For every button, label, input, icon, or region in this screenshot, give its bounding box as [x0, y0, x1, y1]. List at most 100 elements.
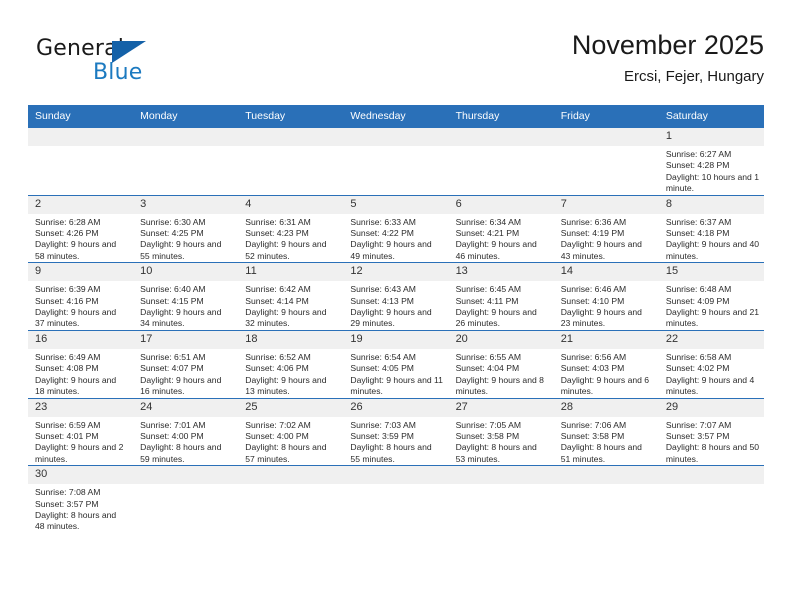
sunset-text: Sunset: 4:00 PM — [140, 430, 204, 441]
calendar-day-cell-empty — [28, 127, 134, 196]
calendar-day-cell[interactable]: 4 Sunrise: 6:31 AM Sunset: 4:23 PM Daylight… — [238, 194, 344, 263]
sunrise-text: Sunrise: 6:27 AM — [665, 149, 732, 159]
calendar-day-cell[interactable]: 8 Sunrise: 6:37 AM Sunset: 4:18 PM Daylight… — [658, 194, 764, 263]
day-number: 27 — [448, 398, 554, 417]
calendar-page: General Blue November 2025 Ercsi, Fejer,… — [0, 0, 792, 612]
day-details: Sunrise: 6:56 AM Sunset: 4:03 PM Daylight:… — [554, 349, 659, 398]
calendar-day-cell[interactable]: 11 Sunrise: 6:42 AM Sunset: 4:14 PM Dayligh… — [238, 262, 344, 331]
sunrise-text: Sunrise: 7:01 AM — [140, 419, 206, 430]
day-number — [448, 466, 554, 485]
calendar-day-cell[interactable]: 23 Sunrise: 6:59 AM Sunset: 4:01 PM Dayligh… — [28, 397, 134, 466]
calendar-day-cell[interactable]: 2 Sunrise: 6:28 AM Sunset: 4:26 PM Daylight… — [28, 194, 134, 263]
calendar-day-cell[interactable]: 22 Sunrise: 6:58 AM Sunset: 4:02 PM Dayligh… — [658, 329, 764, 398]
calendar-day-cell[interactable]: 3 Sunrise: 6:30 AM Sunset: 4:25 PM Daylight… — [133, 194, 239, 263]
daylight-text: Daylight: 9 hours and 49 minutes. — [350, 239, 432, 261]
calendar-day-cell[interactable]: 19 Sunrise: 6:54 AM Sunset: 4:05 PM Dayligh… — [343, 329, 449, 398]
day-details: Sunrise: 6:28 AM Sunset: 4:26 PM Daylight:… — [28, 214, 133, 263]
calendar-day-cell[interactable]: 15 Sunrise: 6:48 AM Sunset: 4:09 PM Dayligh… — [658, 262, 764, 331]
daylight-text: Daylight: 9 hours and 13 minutes. — [245, 374, 327, 397]
calendar-day-cell[interactable]: 6 Sunrise: 6:34 AM Sunset: 4:21 PM Daylight… — [448, 194, 554, 263]
sunrise-text: Sunrise: 6:43 AM — [350, 284, 416, 295]
title-block: November 2025 Ercsi, Fejer, Hungary — [572, 28, 764, 88]
calendar-day-cell[interactable]: 21 Sunrise: 6:56 AM Sunset: 4:03 PM Dayligh… — [553, 329, 659, 398]
day-number: 5 — [343, 195, 449, 214]
daylight-text: Daylight: 8 hours and 50 minutes. — [665, 442, 760, 464]
calendar-day-cell[interactable]: 5 Sunrise: 6:33 AM Sunset: 4:22 PM Daylight… — [343, 194, 449, 263]
calendar-day-cell[interactable]: 17 Sunrise: 6:51 AM Sunset: 4:07 PM Dayligh… — [133, 329, 239, 398]
calendar-day-cell[interactable]: 27 Sunrise: 7:05 AM Sunset: 3:58 PM Dayligh… — [448, 397, 554, 466]
sunrise-text: Sunrise: 7:03 AM — [350, 419, 416, 430]
weekday-header-row: Sunday Monday Tuesday Wednesday Thursday… — [28, 105, 764, 128]
sunrise-text: Sunrise: 6:49 AM — [35, 351, 101, 362]
calendar-day-cell[interactable]: 9 Sunrise: 6:39 AM Sunset: 4:16 PM Daylight… — [28, 262, 134, 331]
day-details: Sunrise: 6:49 AM Sunset: 4:08 PM Daylight:… — [28, 349, 133, 398]
day-details: Sunrise: 6:39 AM Sunset: 4:16 PM Daylight:… — [28, 281, 133, 330]
day-number: 22 — [658, 330, 764, 349]
day-details: Sunrise: 6:58 AM Sunset: 4:02 PM Daylight:… — [659, 349, 764, 398]
calendar-day-cell[interactable]: 10 Sunrise: 6:40 AM Sunset: 4:15 PM Dayligh… — [133, 262, 239, 331]
day-number: 4 — [238, 195, 344, 214]
sunset-text: Sunset: 4:21 PM — [455, 228, 520, 239]
calendar-day-cell[interactable]: 13 Sunrise: 6:45 AM Sunset: 4:11 PM Dayligh… — [448, 262, 554, 331]
calendar-day-cell[interactable]: 26 Sunrise: 7:03 AM Sunset: 3:59 PM Dayligh… — [343, 397, 449, 466]
sunrise-text: Sunrise: 6:40 AM — [140, 284, 206, 295]
sunrise-text: Sunrise: 6:28 AM — [35, 216, 101, 227]
calendar-day-cell[interactable]: 20 Sunrise: 6:55 AM Sunset: 4:04 PM Dayligh… — [448, 329, 554, 398]
day-details: Sunrise: 7:03 AM Sunset: 3:59 PM Daylight:… — [343, 417, 448, 466]
weekday-header-tuesday: Tuesday — [238, 105, 344, 128]
weekday-header-thursday: Thursday — [448, 105, 554, 128]
calendar-day-cell[interactable]: 14 Sunrise: 6:46 AM Sunset: 4:10 PM Dayligh… — [553, 262, 659, 331]
sunrise-text: Sunrise: 6:42 AM — [245, 284, 311, 295]
calendar-day-cell[interactable]: 18 Sunrise: 6:52 AM Sunset: 4:06 PM Dayligh… — [238, 329, 344, 398]
day-details: Sunrise: 7:05 AM Sunset: 3:58 PM Daylight:… — [449, 417, 554, 466]
sunset-text: Sunset: 3:57 PM — [35, 498, 99, 509]
day-number: 7 — [553, 195, 659, 214]
calendar-day-cell[interactable]: 24 Sunrise: 7:01 AM Sunset: 4:00 PM Dayligh… — [133, 397, 239, 466]
brand-logo[interactable]: General Blue — [36, 36, 226, 92]
daylight-text: Daylight: 9 hours and 58 minutes. — [35, 239, 117, 261]
sunset-text: Sunset: 3:58 PM — [455, 430, 520, 441]
day-number: 10 — [133, 263, 239, 282]
sunset-text: Sunset: 3:58 PM — [560, 430, 625, 441]
sunrise-text: Sunrise: 6:52 AM — [245, 351, 311, 362]
page-title: November 2025 — [571, 30, 764, 60]
day-details: Sunrise: 7:02 AM Sunset: 4:00 PM Daylight:… — [238, 417, 343, 466]
brand-name-secondary: Blue — [93, 60, 143, 85]
calendar-week-row: 9 Sunrise: 6:39 AM Sunset: 4:16 PM Daylight… — [28, 262, 764, 331]
day-number: 14 — [553, 263, 659, 282]
sunrise-text: Sunrise: 6:54 AM — [350, 351, 416, 362]
calendar-day-cell[interactable]: 28 Sunrise: 7:06 AM Sunset: 3:58 PM Dayligh… — [553, 397, 659, 466]
day-number: 24 — [133, 398, 239, 417]
calendar-day-cell-empty — [553, 127, 659, 196]
calendar-day-cell[interactable]: 12 Sunrise: 6:43 AM Sunset: 4:13 PM Dayligh… — [343, 262, 449, 331]
sunset-text: Sunset: 4:23 PM — [245, 228, 309, 239]
day-details: Sunrise: 6:36 AM Sunset: 4:19 PM Daylight:… — [554, 214, 659, 263]
day-details: Sunrise: 6:52 AM Sunset: 4:06 PM Daylight:… — [238, 349, 343, 398]
daylight-text: Daylight: 9 hours and 16 minutes. — [140, 374, 222, 397]
calendar-day-cell[interactable]: 16 Sunrise: 6:49 AM Sunset: 4:08 PM Dayligh… — [28, 329, 134, 398]
sunset-text: Sunset: 4:14 PM — [245, 295, 309, 306]
calendar-day-cell[interactable]: 30 Sunrise: 7:08 AM Sunset: 3:57 PM Dayligh… — [28, 465, 134, 533]
page-header: General Blue November 2025 Ercsi, Fejer,… — [28, 28, 764, 96]
day-number — [343, 128, 449, 146]
calendar-week-row: 2 Sunrise: 6:28 AM Sunset: 4:26 PM Daylight… — [28, 194, 764, 263]
calendar-week-row: 23 Sunrise: 6:59 AM Sunset: 4:01 PM Dayligh… — [28, 397, 764, 466]
day-number: 29 — [658, 398, 764, 417]
day-details: Sunrise: 6:34 AM Sunset: 4:21 PM Daylight:… — [449, 214, 554, 263]
day-number: 6 — [448, 195, 554, 214]
sunset-text: Sunset: 4:06 PM — [245, 363, 309, 374]
calendar-day-cell[interactable]: 7 Sunrise: 6:36 AM Sunset: 4:19 PM Daylight… — [553, 194, 659, 263]
calendar-day-cell[interactable]: 1 Sunrise: 6:27 AM Sunset: 4:28 PM Daylight… — [658, 127, 764, 196]
sunset-text: Sunset: 4:26 PM — [35, 228, 99, 239]
calendar-day-cell[interactable]: 25 Sunrise: 7:02 AM Sunset: 4:00 PM Dayligh… — [238, 397, 344, 466]
day-number: 8 — [658, 195, 764, 214]
calendar-day-cell-empty — [343, 465, 449, 533]
calendar-day-cell[interactable]: 29 Sunrise: 7:07 AM Sunset: 3:57 PM Dayligh… — [658, 397, 764, 466]
daylight-text: Daylight: 8 hours and 57 minutes. — [245, 442, 327, 464]
calendar-day-cell-empty — [133, 127, 239, 196]
sunrise-text: Sunrise: 6:55 AM — [455, 351, 522, 362]
daylight-text: Daylight: 9 hours and 52 minutes. — [245, 239, 327, 261]
sunset-text: Sunset: 4:04 PM — [455, 363, 520, 374]
sunset-text: Sunset: 4:10 PM — [560, 295, 625, 306]
sunrise-text: Sunrise: 6:37 AM — [665, 216, 732, 227]
